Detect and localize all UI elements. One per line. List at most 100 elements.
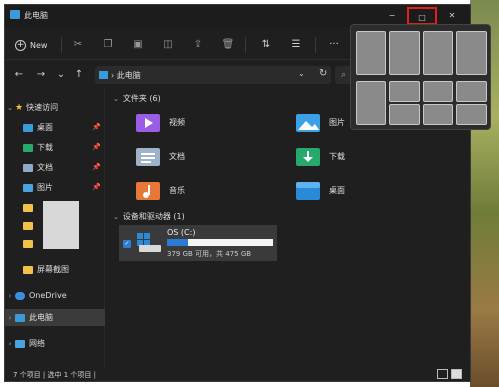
folder-documents[interactable]: 文档 [135, 143, 275, 169]
section-title: 设备和驱动器 (1) [122, 212, 185, 221]
add-icon: + [15, 39, 26, 51]
snap-layout-halves[interactable] [356, 31, 420, 75]
downloads-folder-icon [295, 145, 321, 167]
more-options-icon[interactable]: ··· [325, 39, 343, 51]
sidebar-item-label: 文档 [37, 163, 53, 172]
address-path: › 此电脑 [111, 71, 141, 80]
folder-name: 桌面 [329, 185, 345, 195]
pin-icon[interactable]: 📌 [92, 123, 101, 131]
snap-zone[interactable] [423, 81, 453, 102]
chevron-right-icon: › [8, 339, 12, 348]
folder-downloads[interactable]: 下载 [295, 143, 435, 169]
sidebar-item-label: 快速访问 [26, 103, 59, 112]
drives-section-header[interactable]: ⌄ 设备和驱动器 (1) [113, 211, 185, 222]
redacted-area [43, 201, 79, 249]
snap-layout-left-stack[interactable] [356, 81, 420, 125]
sidebar-item-label: 此电脑 [29, 313, 53, 322]
snap-zone[interactable] [456, 31, 487, 75]
address-bar[interactable]: › 此电脑 ⌄ ↻ [95, 66, 331, 84]
folder-desktop[interactable]: 桌面 [295, 177, 435, 203]
cut-icon[interactable]: ✂ [71, 39, 85, 51]
window-title: 此电脑 [24, 11, 48, 20]
snap-zone[interactable] [356, 31, 386, 75]
folder-icon [23, 239, 33, 248]
toolbar-divider [245, 37, 246, 53]
minimize-button[interactable]: − [377, 7, 407, 25]
maximize-button[interactable]: □ [407, 7, 437, 25]
chevron-right-icon: › [8, 291, 12, 300]
sidebar-item-documents[interactable]: 文档 📌 [5, 159, 105, 176]
drive-name: OS (C:) [167, 228, 196, 237]
drive-space-info: 379 GB 可用，共 475 GB [167, 250, 252, 258]
sidebar-item-screenshots[interactable]: 屏幕截图 [5, 261, 105, 278]
status-text: 7 个项目 | 选中 1 个项目 | [13, 371, 96, 379]
drive-c[interactable]: ✓ OS (C:) 379 GB 可用，共 475 GB [119, 225, 277, 261]
file-list: ⌄ 文件夹 (6) 视频 图片 文档 下载 音乐 桌面 ⌄ 设备和驱动器 (1)… [109, 89, 469, 367]
snap-zone[interactable] [423, 104, 453, 125]
recent-locations-button[interactable]: ⌄ [55, 68, 67, 82]
sort-icon[interactable]: ⇅ [257, 39, 275, 51]
sidebar-item-downloads[interactable]: 下载 📌 [5, 139, 105, 156]
section-title: 文件夹 (6) [122, 94, 161, 103]
folders-section-header[interactable]: ⌄ 文件夹 (6) [113, 93, 161, 104]
pin-icon[interactable]: 📌 [92, 163, 101, 171]
snap-zone[interactable] [356, 81, 386, 125]
sidebar-item-label: 网络 [29, 339, 45, 348]
details-view-icon[interactable] [437, 369, 448, 379]
copy-icon[interactable]: ❐ [101, 39, 115, 51]
pin-icon[interactable]: 📌 [92, 143, 101, 151]
folder-videos[interactable]: 视频 [135, 109, 275, 135]
folder-name: 下载 [329, 151, 345, 161]
new-button[interactable]: + New [15, 37, 47, 53]
sidebar-item-label: 下载 [37, 143, 53, 152]
folder-music[interactable]: 音乐 [135, 177, 275, 203]
tiles-view-icon[interactable] [451, 369, 462, 379]
drive-usage-fill [167, 239, 189, 246]
toolbar-divider [315, 37, 316, 53]
this-pc-icon [15, 313, 25, 322]
folder-name: 视频 [169, 117, 185, 127]
chevron-down-icon: ⌄ [113, 94, 119, 103]
sidebar-item-label: OneDrive [29, 291, 67, 300]
sidebar-item-desktop[interactable]: 桌面 📌 [5, 119, 105, 136]
sidebar-item-pictures[interactable]: 图片 📌 [5, 179, 105, 196]
sidebar-item-network[interactable]: › 网络 [5, 335, 105, 352]
this-pc-icon [99, 71, 108, 79]
pictures-folder-icon [295, 111, 321, 133]
back-button[interactable]: ← [13, 68, 25, 82]
forward-button[interactable]: → [35, 68, 47, 82]
cloud-icon [15, 291, 25, 300]
delete-icon[interactable]: 🗑 [221, 39, 235, 51]
sidebar-item-this-pc[interactable]: › 此电脑 [5, 309, 105, 326]
snap-zone[interactable] [423, 31, 453, 75]
documents-folder-icon [135, 145, 161, 167]
close-button[interactable]: ✕ [437, 7, 467, 25]
refresh-button[interactable]: ↻ [319, 68, 327, 79]
address-dropdown-button[interactable]: ⌄ [298, 69, 305, 78]
downloads-icon [23, 143, 33, 152]
folder-name: 音乐 [169, 185, 185, 195]
share-icon[interactable]: ⇪ [191, 39, 205, 51]
status-bar: 7 个项目 | 选中 1 个项目 | [5, 367, 470, 382]
view-icon[interactable]: ☰ [287, 39, 305, 51]
folder-icon [23, 221, 33, 230]
pin-icon[interactable]: 📌 [92, 183, 101, 191]
up-button[interactable]: ↑ [73, 68, 85, 82]
hard-drive-icon [137, 233, 163, 253]
sidebar-item-onedrive[interactable]: › OneDrive [5, 287, 105, 304]
snap-layout-two-thirds[interactable] [423, 31, 487, 75]
snap-zone[interactable] [389, 104, 420, 125]
snap-zone[interactable] [456, 104, 487, 125]
folder-icon [23, 265, 33, 274]
snap-layout-quadrants[interactable] [423, 81, 487, 125]
snap-zone[interactable] [389, 81, 420, 102]
rename-icon[interactable]: ◫ [161, 39, 175, 51]
folder-name: 图片 [329, 117, 345, 127]
snap-zone[interactable] [389, 31, 420, 75]
sidebar-item-quick-access[interactable]: ⌄ ★ 快速访问 [5, 99, 105, 116]
checkbox[interactable]: ✓ [123, 240, 131, 248]
sidebar-item-label: 图片 [37, 183, 53, 192]
snap-zone[interactable] [456, 81, 487, 102]
snap-layouts-flyout [350, 24, 491, 130]
paste-icon[interactable]: ▣ [131, 39, 145, 51]
